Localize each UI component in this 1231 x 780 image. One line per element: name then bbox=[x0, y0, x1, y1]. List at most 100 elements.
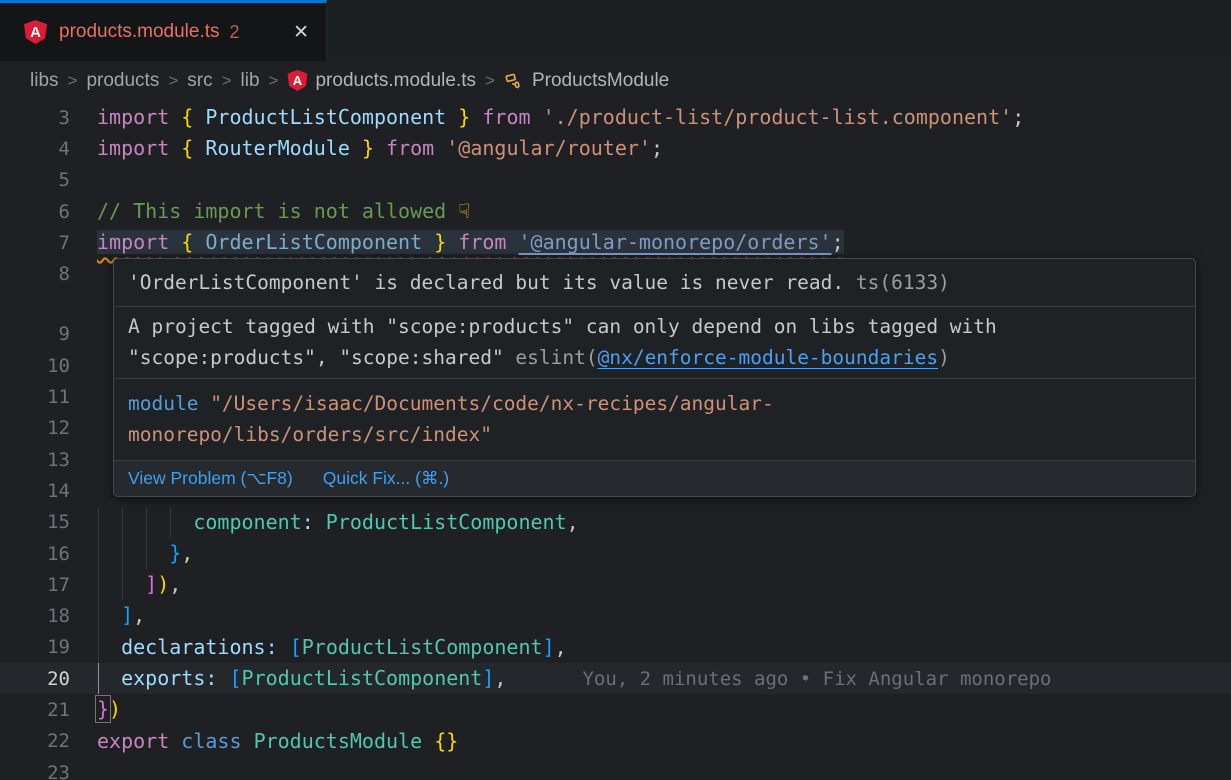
chevron-right-icon: > bbox=[59, 71, 87, 91]
view-problem-button[interactable]: View Problem (⌥F8) bbox=[128, 468, 293, 489]
breadcrumb-item-src[interactable]: src bbox=[187, 70, 212, 92]
diagnostic-code: ts(6133) bbox=[856, 271, 950, 294]
code-line-content: component: ProductListComponent, bbox=[97, 507, 1231, 538]
line-number: 13 bbox=[0, 449, 97, 471]
hover-module-info: module "/Users/isaac/Documents/code/nx-r… bbox=[114, 379, 1195, 461]
line-number: 12 bbox=[0, 417, 97, 439]
eslint-source-open: eslint( bbox=[515, 346, 597, 369]
breadcrumb-item-products[interactable]: products bbox=[86, 70, 159, 92]
code-line-content: ], bbox=[97, 600, 1231, 631]
code-line-content: import { RouterModule } from '@angular/r… bbox=[97, 133, 1231, 164]
code-line-18[interactable]: 18 ], bbox=[0, 600, 1231, 631]
line-number: 8 bbox=[0, 263, 97, 285]
code-line-content: exports: [ProductListComponent],You, 2 m… bbox=[97, 663, 1231, 694]
line-number: 15 bbox=[0, 511, 97, 533]
code-line-content bbox=[97, 757, 1231, 780]
line-number: 6 bbox=[0, 201, 97, 223]
eslint-rule-link[interactable]: @nx/enforce-module-boundaries bbox=[598, 346, 938, 369]
code-line-4[interactable]: 4import { RouterModule } from '@angular/… bbox=[0, 133, 1231, 164]
code-line-15[interactable]: 15 component: ProductListComponent, bbox=[0, 507, 1231, 538]
angular-icon: A bbox=[287, 70, 307, 91]
indent-guide bbox=[98, 663, 99, 694]
chevron-right-icon: > bbox=[213, 71, 241, 91]
indent-guide bbox=[98, 600, 99, 631]
tab-products-module[interactable]: A products.module.ts 2 ✕ bbox=[0, 0, 327, 61]
line-number: 7 bbox=[0, 232, 97, 254]
indent-guide bbox=[98, 569, 99, 600]
close-icon[interactable]: ✕ bbox=[288, 20, 314, 45]
code-line-20[interactable]: 20 exports: [ProductListComponent],You, … bbox=[0, 663, 1231, 694]
indent-guide bbox=[122, 507, 123, 538]
breadcrumb-item-symbol[interactable]: ProductsModule bbox=[532, 70, 669, 92]
indent-guide bbox=[170, 507, 171, 538]
symbol-class-icon bbox=[504, 71, 524, 91]
code-line-5[interactable]: 5 bbox=[0, 165, 1231, 196]
line-number: 23 bbox=[0, 762, 97, 780]
line-number: 22 bbox=[0, 730, 97, 752]
line-number: 14 bbox=[0, 480, 97, 502]
angular-icon: A bbox=[24, 20, 47, 44]
chevron-right-icon: > bbox=[476, 71, 504, 91]
module-path-line2: monorepo/libs/orders/src/index" bbox=[128, 419, 1181, 450]
tab-title: products.module.ts bbox=[59, 21, 220, 43]
tab-problem-count: 2 bbox=[230, 22, 240, 43]
line-number: 21 bbox=[0, 699, 97, 721]
code-line-16[interactable]: 16 }, bbox=[0, 538, 1231, 569]
indent-guide bbox=[122, 569, 123, 600]
eslint-message-line1: A project tagged with "scope:products" c… bbox=[128, 312, 1181, 343]
line-number: 4 bbox=[0, 138, 97, 160]
line-number: 9 bbox=[0, 323, 97, 345]
indent-guide bbox=[122, 538, 123, 569]
code-line-content: }) bbox=[97, 694, 1231, 725]
code-line-content: export class ProductsModule {} bbox=[97, 726, 1231, 757]
code-line-17[interactable]: 17 ]), bbox=[0, 569, 1231, 600]
hover-ts-diagnostic: 'OrderListComponent' is declared but its… bbox=[114, 259, 1195, 307]
breadcrumb: libs > products > src > lib > A products… bbox=[0, 61, 1231, 100]
error-highlight-range: import { OrderListComponent } from '@ang… bbox=[97, 230, 844, 254]
line-number: 20 bbox=[0, 668, 97, 690]
module-keyword: module bbox=[128, 392, 198, 415]
code-line-21[interactable]: 21}) bbox=[0, 694, 1231, 725]
module-path-line1: "/Users/isaac/Documents/code/nx-recipes/… bbox=[198, 392, 773, 415]
code-line-content: // This import is not allowed ☟ bbox=[97, 196, 1231, 227]
chevron-right-icon: > bbox=[159, 71, 187, 91]
line-number: 11 bbox=[0, 386, 97, 408]
code-line-7[interactable]: 7import { OrderListComponent } from '@an… bbox=[0, 227, 1231, 258]
line-number: 16 bbox=[0, 543, 97, 565]
indent-guide bbox=[146, 507, 147, 538]
breadcrumb-item-file[interactable]: products.module.ts bbox=[315, 70, 476, 92]
code-line-content bbox=[97, 165, 1231, 196]
tab-bar: A products.module.ts 2 ✕ bbox=[0, 0, 1231, 61]
hover-popup: 'OrderListComponent' is declared but its… bbox=[113, 258, 1196, 497]
chevron-right-icon: > bbox=[260, 71, 288, 91]
eslint-message-line2: "scope:products", "scope:shared" bbox=[128, 346, 515, 369]
line-number: 10 bbox=[0, 355, 97, 377]
code-line-3[interactable]: 3import { ProductListComponent } from '.… bbox=[0, 102, 1231, 133]
line-number: 19 bbox=[0, 636, 97, 658]
code-line-6[interactable]: 6// This import is not allowed ☟ bbox=[0, 196, 1231, 227]
line-number: 18 bbox=[0, 605, 97, 627]
indent-guide bbox=[146, 538, 147, 569]
hover-eslint-diagnostic: A project tagged with "scope:products" c… bbox=[114, 307, 1195, 379]
indent-guide bbox=[98, 632, 99, 663]
line-number: 5 bbox=[0, 169, 97, 191]
code-line-content: }, bbox=[97, 538, 1231, 569]
indent-guide bbox=[98, 507, 99, 538]
code-line-19[interactable]: 19 declarations: [ProductListComponent], bbox=[0, 632, 1231, 663]
quick-fix-button[interactable]: Quick Fix... (⌘.) bbox=[323, 468, 449, 489]
breadcrumb-item-lib[interactable]: lib bbox=[241, 70, 260, 92]
code-line-content: import { ProductListComponent } from './… bbox=[97, 102, 1231, 133]
code-line-content: declarations: [ProductListComponent], bbox=[97, 632, 1231, 663]
line-number: 3 bbox=[0, 107, 97, 129]
git-blame-annotation: You, 2 minutes ago • Fix Angular monorep… bbox=[582, 668, 1051, 690]
indent-guide bbox=[98, 538, 99, 569]
code-line-content: ]), bbox=[97, 569, 1231, 600]
breadcrumb-item-libs[interactable]: libs bbox=[30, 70, 59, 92]
diagnostic-message: 'OrderListComponent' is declared but its… bbox=[128, 271, 844, 294]
line-number: 17 bbox=[0, 574, 97, 596]
code-line-22[interactable]: 22export class ProductsModule {} bbox=[0, 726, 1231, 757]
code-line-23[interactable]: 23 bbox=[0, 757, 1231, 780]
hover-status-bar: View Problem (⌥F8) Quick Fix... (⌘.) bbox=[114, 461, 1195, 496]
eslint-source-close: ) bbox=[938, 346, 950, 369]
code-line-content: import { OrderListComponent } from '@ang… bbox=[97, 227, 1231, 258]
